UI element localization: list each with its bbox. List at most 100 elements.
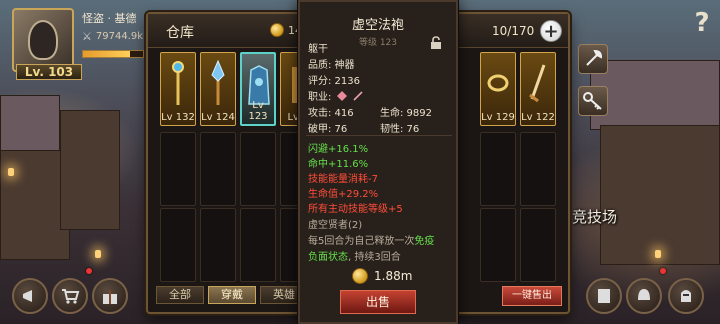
gift-button[interactable] bbox=[92, 278, 128, 314]
ring-icon bbox=[487, 74, 509, 92]
lamp-light bbox=[655, 250, 661, 258]
item-level: Lv 123 bbox=[248, 100, 268, 122]
empty-slot[interactable] bbox=[240, 132, 276, 206]
stat-toughness: 韧性: 76 bbox=[380, 124, 420, 135]
divider bbox=[306, 135, 452, 136]
arena-label[interactable]: 竞技场 bbox=[572, 206, 617, 227]
notification-dot bbox=[660, 268, 666, 274]
announcement-button[interactable] bbox=[12, 278, 48, 314]
player-power-row: ⚔ 79744.9k bbox=[82, 30, 143, 43]
inventory-slot[interactable]: Lv 132 bbox=[160, 52, 196, 126]
player-name: 怪盗 · 基德 bbox=[82, 12, 137, 25]
avatar-face bbox=[28, 20, 58, 60]
class-emblem-icon bbox=[337, 90, 348, 101]
item-tooltip: 虚空法袍 等级 123 躯干 品质: 神器 评分: 2136 职业: 攻击: 4… bbox=[298, 0, 458, 324]
empty-slot[interactable] bbox=[200, 132, 236, 206]
empty-slot[interactable] bbox=[480, 132, 516, 206]
bonus-hit: 命中+11.6% bbox=[308, 159, 369, 170]
bonus-skill-level: 所有主动技能等级+5 bbox=[308, 204, 403, 215]
expand-capacity-button[interactable]: + bbox=[540, 20, 562, 42]
axe-icon bbox=[586, 49, 603, 66]
building bbox=[600, 125, 720, 265]
gift-icon bbox=[103, 290, 117, 304]
gold-coin-icon bbox=[352, 268, 368, 284]
building bbox=[0, 95, 60, 155]
stat-attack: 攻击: 416 bbox=[308, 108, 354, 119]
wand-icon bbox=[353, 90, 363, 101]
crossed-swords-icon: ⚔ bbox=[82, 30, 92, 43]
axe-shortcut-button[interactable] bbox=[578, 44, 608, 74]
team-button[interactable] bbox=[668, 278, 704, 314]
stat-armor-break: 破甲: 76 bbox=[308, 124, 348, 135]
hero-button[interactable] bbox=[626, 278, 662, 314]
empty-slot[interactable] bbox=[160, 208, 196, 282]
inventory-slot-selected[interactable]: Lv 123 bbox=[240, 52, 276, 126]
player-avatar[interactable]: Lv. 103 bbox=[12, 8, 82, 80]
item-score: 评分: 2136 bbox=[308, 76, 360, 87]
empty-slot[interactable] bbox=[200, 208, 236, 282]
inventory-slot[interactable]: Lv 122 bbox=[520, 52, 556, 126]
building bbox=[590, 60, 720, 130]
empty-slot[interactable] bbox=[520, 208, 556, 282]
inventory-title: 仓库 bbox=[166, 25, 194, 41]
scroll-icon bbox=[598, 289, 610, 303]
lock-icon[interactable] bbox=[429, 36, 443, 50]
item-level: Lv 129 bbox=[481, 112, 515, 123]
item-level: Lv 122 bbox=[521, 112, 555, 123]
bonus-hp-pct: 生命值+29.2% bbox=[308, 189, 379, 200]
item-type: 躯干 bbox=[308, 44, 328, 55]
empty-slot[interactable] bbox=[160, 132, 196, 206]
empty-slot[interactable] bbox=[240, 208, 276, 282]
sell-button[interactable]: 出售 bbox=[340, 290, 416, 314]
key-shortcut-button[interactable] bbox=[578, 86, 608, 116]
set-name: 虚空贤者(2) bbox=[308, 220, 363, 231]
stats-row-1: 攻击: 416 生命: 9892 bbox=[308, 104, 432, 119]
key-icon bbox=[583, 92, 602, 110]
item-class-row: 职业: bbox=[308, 88, 363, 103]
gold-coin-icon bbox=[270, 23, 284, 37]
set-desc-highlight: 负面状态 bbox=[308, 252, 348, 263]
helmet-icon bbox=[638, 289, 650, 300]
item-name: 虚空法袍 bbox=[351, 18, 404, 33]
lamp-light bbox=[95, 250, 101, 258]
player-card[interactable]: Lv. 103 怪盗 · 基德 ⚔ 79744.9k bbox=[8, 6, 148, 82]
notification-dot bbox=[86, 268, 92, 274]
sell-price-value: 1.88m bbox=[374, 269, 413, 283]
shop-button[interactable] bbox=[52, 278, 88, 314]
set-desc-text: 每5回合为自己释放一次 bbox=[308, 236, 415, 247]
bulk-sell-button[interactable]: 一键售出 bbox=[502, 286, 562, 306]
inventory-capacity: 10/170 bbox=[492, 24, 535, 38]
player-level: Lv. 103 bbox=[16, 64, 82, 80]
player-xp-bar bbox=[82, 50, 144, 58]
filter-all-button[interactable]: 全部 bbox=[156, 286, 204, 304]
inventory-slot[interactable]: Lv 129 bbox=[480, 52, 516, 126]
bonus-energy: 技能能量消耗-7 bbox=[308, 174, 378, 185]
bonus-dodge: 闪避+16.1% bbox=[308, 144, 369, 155]
filter-worn-button[interactable]: 穿戴 bbox=[208, 286, 256, 304]
sword-icon bbox=[529, 64, 546, 103]
golden-staff-icon bbox=[172, 61, 184, 105]
crystal-staff-icon bbox=[211, 59, 225, 105]
item-class-label: 职业: bbox=[308, 92, 332, 103]
lamp-light bbox=[8, 168, 14, 176]
player-xp-fill bbox=[83, 51, 130, 57]
set-desc-line-1: 每5回合为自己释放一次 免疫 bbox=[308, 232, 434, 247]
item-level: Lv 124 bbox=[201, 112, 235, 123]
empty-slot[interactable] bbox=[520, 132, 556, 206]
inventory-filter-bar: 全部 穿戴 英雄 bbox=[156, 286, 308, 304]
sell-price: 1.88m bbox=[352, 268, 412, 284]
player-power-value: 79744.9k bbox=[95, 31, 144, 42]
stats-row-2: 破甲: 76 韧性: 76 bbox=[308, 120, 419, 135]
help-button[interactable]: ? bbox=[690, 8, 714, 38]
quest-button[interactable] bbox=[586, 278, 622, 314]
set-desc-line-2: 负面状态 , 持续3回合 bbox=[308, 248, 401, 263]
item-level: Lv 132 bbox=[161, 112, 195, 123]
stat-hp: 生命: 9892 bbox=[380, 108, 432, 119]
empty-slot[interactable] bbox=[480, 208, 516, 282]
cart-icon bbox=[62, 289, 80, 304]
knight-helmet-icon bbox=[681, 290, 691, 302]
inventory-slot[interactable]: Lv 124 bbox=[200, 52, 236, 126]
building bbox=[60, 110, 120, 230]
megaphone-icon bbox=[23, 290, 32, 302]
item-quality: 品质: 神器 bbox=[308, 60, 355, 71]
